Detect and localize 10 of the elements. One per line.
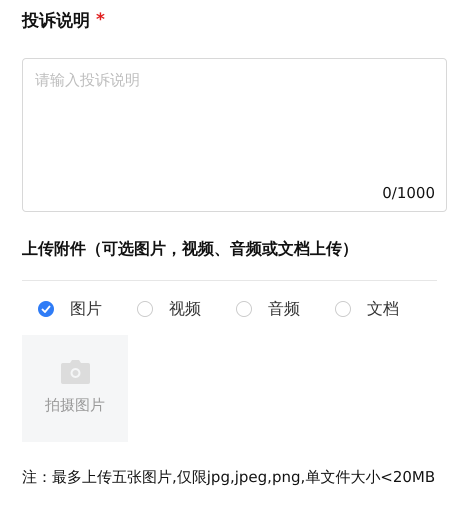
section-title: 上传附件（可选图片，视频、音频或文档上传） [22, 238, 359, 260]
radio-option[interactable]: 文档 [335, 296, 434, 320]
note-text: 注：最多上传五张图片,仅限jpg,jpeg,png,单文件大小<20MB [22, 466, 436, 488]
radio-option[interactable]: 音频 [236, 296, 335, 320]
required-mark: * [96, 9, 105, 32]
radio-option[interactable]: 图片 [38, 296, 137, 320]
character-counter: 0/1000 [382, 184, 435, 202]
radio-option[interactable]: 视频 [137, 296, 236, 320]
camera-icon [60, 360, 90, 384]
field-label: 投诉说明 [22, 10, 90, 32]
